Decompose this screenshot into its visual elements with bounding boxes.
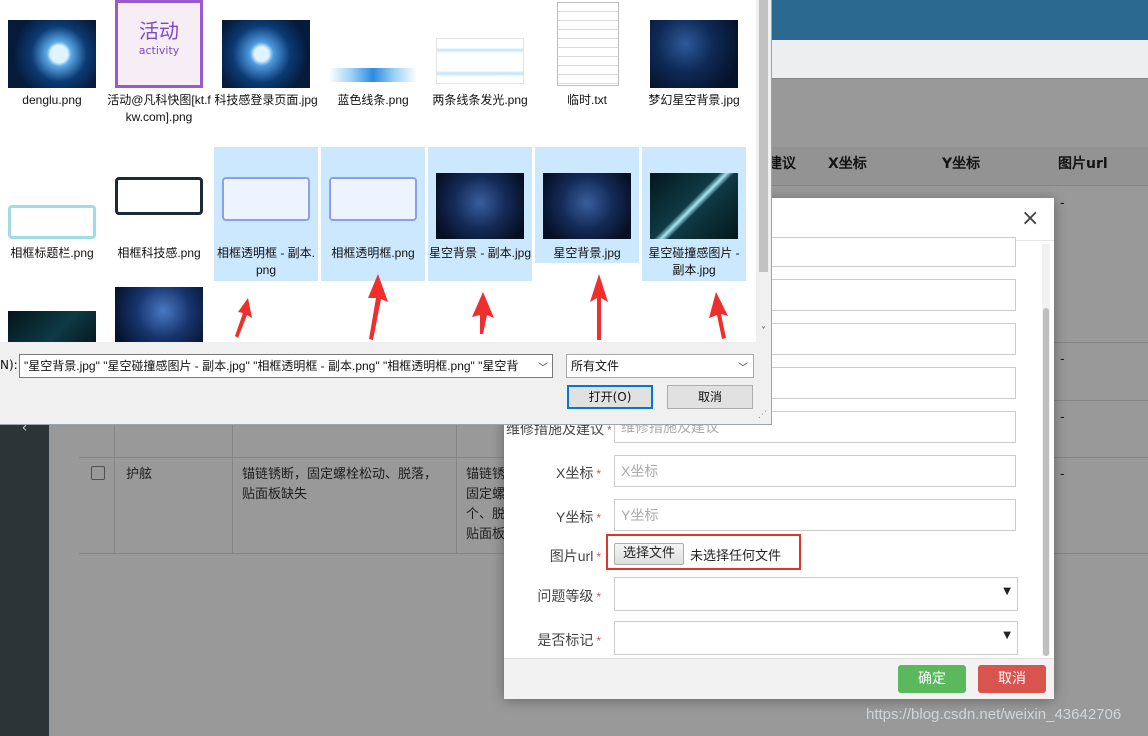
image-url-label: 图片url * — [506, 546, 601, 566]
file-name: 相框透明框.png — [331, 246, 415, 260]
file-name: 活动@凡科快图[kt.fkw.com].png — [107, 93, 211, 124]
file-thumbnail — [329, 177, 417, 221]
file-item[interactable]: 蓝色线条.png — [321, 0, 425, 140]
file-item-selected[interactable]: 相框透明框.png — [321, 147, 425, 281]
required-mark: * — [596, 550, 601, 564]
file-name-input[interactable]: "星空背景.jpg" "星空碰撞感图片 - 副本.jpg" "相框透明框 - 副… — [19, 354, 553, 378]
resize-grip-icon[interactable]: ⋰ — [758, 410, 767, 420]
required-mark: * — [596, 590, 601, 604]
chevron-down-icon[interactable]: ﹀ — [738, 359, 748, 374]
confirm-button[interactable]: 确定 — [898, 665, 966, 693]
problem-level-select[interactable]: ▼ — [614, 577, 1018, 611]
label-text: 图片url — [549, 548, 594, 564]
scroll-down-icon[interactable]: ˅ — [757, 326, 770, 337]
problem-level-label: 问题等级 * — [506, 586, 601, 606]
file-item[interactable]: 两条线条发光.png — [428, 0, 532, 140]
red-arrow-icon — [472, 292, 494, 334]
file-name: 星空背景.jpg — [553, 246, 621, 260]
file-name: 两条线条发光.png — [432, 93, 528, 107]
file-item[interactable]: 科技感登录页面.jpg — [214, 0, 318, 140]
chevron-down-icon[interactable]: ﹀ — [538, 359, 548, 374]
is-marked-label: 是否标记 * — [506, 630, 601, 650]
file-item[interactable]: 相框科技感.png — [107, 147, 211, 281]
file-item-selected[interactable]: 星空碰撞感图片 - 副本.jpg — [642, 147, 746, 281]
file-thumbnail — [8, 205, 96, 239]
red-arrow-icon — [368, 274, 388, 340]
label-text: Y坐标 — [555, 509, 594, 525]
file-name: 相框透明框 - 副本.png — [217, 246, 315, 277]
choose-file-button[interactable]: 选择文件 — [614, 543, 684, 565]
file-thumbnail — [436, 173, 524, 239]
file-thumbnail: 活动 activity — [115, 0, 203, 88]
file-thumbnail — [222, 177, 310, 221]
file-item[interactable]: denglu.png — [0, 0, 104, 140]
file-name: 梦幻星空背景.jpg — [648, 93, 740, 107]
thumbnail-text: activity — [138, 44, 180, 57]
file-list-scrollbar-thumb[interactable] — [759, 0, 768, 272]
modal-scrollbar-thumb[interactable] — [1043, 308, 1049, 656]
file-thumbnail — [650, 173, 738, 239]
file-cancel-button[interactable]: 取消 — [667, 385, 753, 409]
file-thumbnail — [329, 68, 417, 82]
dropdown-arrow-icon: ▼ — [1003, 586, 1011, 597]
file-name: 星空背景 - 副本.jpg — [428, 246, 531, 260]
file-name: 科技感登录页面.jpg — [214, 93, 318, 107]
cancel-button[interactable]: 取消 — [978, 665, 1046, 693]
file-name: denglu.png — [22, 93, 82, 107]
text-file-icon — [557, 2, 619, 86]
file-item[interactable]: 活动 activity 活动@凡科快图[kt.fkw.com].png — [107, 0, 211, 140]
x-coordinate-input[interactable]: X坐标 — [614, 455, 1016, 487]
required-mark: * — [596, 511, 601, 525]
file-item-selected[interactable]: 相框透明框 - 副本.png — [214, 147, 318, 281]
file-item-selected[interactable]: 星空背景 - 副本.jpg — [428, 147, 532, 281]
file-item[interactable]: 梦幻星空背景.jpg — [642, 0, 746, 140]
file-name: 星空碰撞感图片 - 副本.jpg — [648, 246, 740, 277]
modal-footer — [504, 658, 1054, 699]
file-name-label: N): — [0, 358, 18, 372]
file-name: 相框科技感.png — [117, 246, 201, 260]
label-text: 是否标记 — [537, 632, 594, 648]
file-item-selected[interactable]: 星空背景.jpg — [535, 147, 639, 263]
file-thumbnail — [650, 20, 738, 88]
red-arrow-icon — [235, 298, 252, 338]
watermark: https://blog.csdn.net/weixin_43642706 — [866, 706, 1122, 723]
red-arrow-icon — [709, 292, 728, 339]
is-marked-select[interactable]: ▼ — [614, 621, 1018, 655]
label-text: 问题等级 — [537, 588, 594, 604]
y-coordinate-label: Y坐标 * — [506, 507, 601, 527]
dropdown-arrow-icon: ▼ — [1003, 630, 1011, 641]
thumbnail-text: 活动 — [139, 19, 179, 43]
file-thumbnail — [115, 287, 203, 342]
file-item[interactable]: 临时.txt — [535, 0, 639, 140]
label-text: X坐标 — [555, 465, 594, 481]
file-item[interactable]: 相框标题栏.png — [0, 147, 104, 281]
close-icon[interactable]: × — [1021, 208, 1039, 230]
file-name: 临时.txt — [566, 93, 607, 107]
required-mark: * — [596, 634, 601, 648]
file-thumbnail — [8, 311, 96, 342]
file-type-select[interactable]: 所有文件 — [566, 354, 754, 378]
open-button[interactable]: 打开(O) — [567, 385, 653, 409]
x-coordinate-label: X坐标 * — [506, 463, 601, 483]
file-name: 相框标题栏.png — [10, 246, 94, 260]
no-file-text: 未选择任何文件 — [690, 549, 782, 564]
file-thumbnail — [543, 173, 631, 239]
file-item[interactable] — [107, 287, 211, 342]
file-thumbnail — [8, 20, 96, 88]
file-item[interactable] — [0, 287, 104, 342]
file-thumbnail — [222, 20, 310, 88]
file-thumbnail — [115, 177, 203, 215]
y-coordinate-input[interactable]: Y坐标 — [614, 499, 1016, 531]
file-thumbnail — [436, 38, 524, 84]
red-arrow-icon — [590, 274, 608, 340]
required-mark: * — [596, 467, 601, 481]
file-name: 蓝色线条.png — [337, 93, 409, 107]
required-mark: * — [607, 423, 612, 437]
file-list-pane[interactable]: denglu.png 活动 activity 活动@凡科快图[kt.fkw.co… — [0, 0, 756, 342]
